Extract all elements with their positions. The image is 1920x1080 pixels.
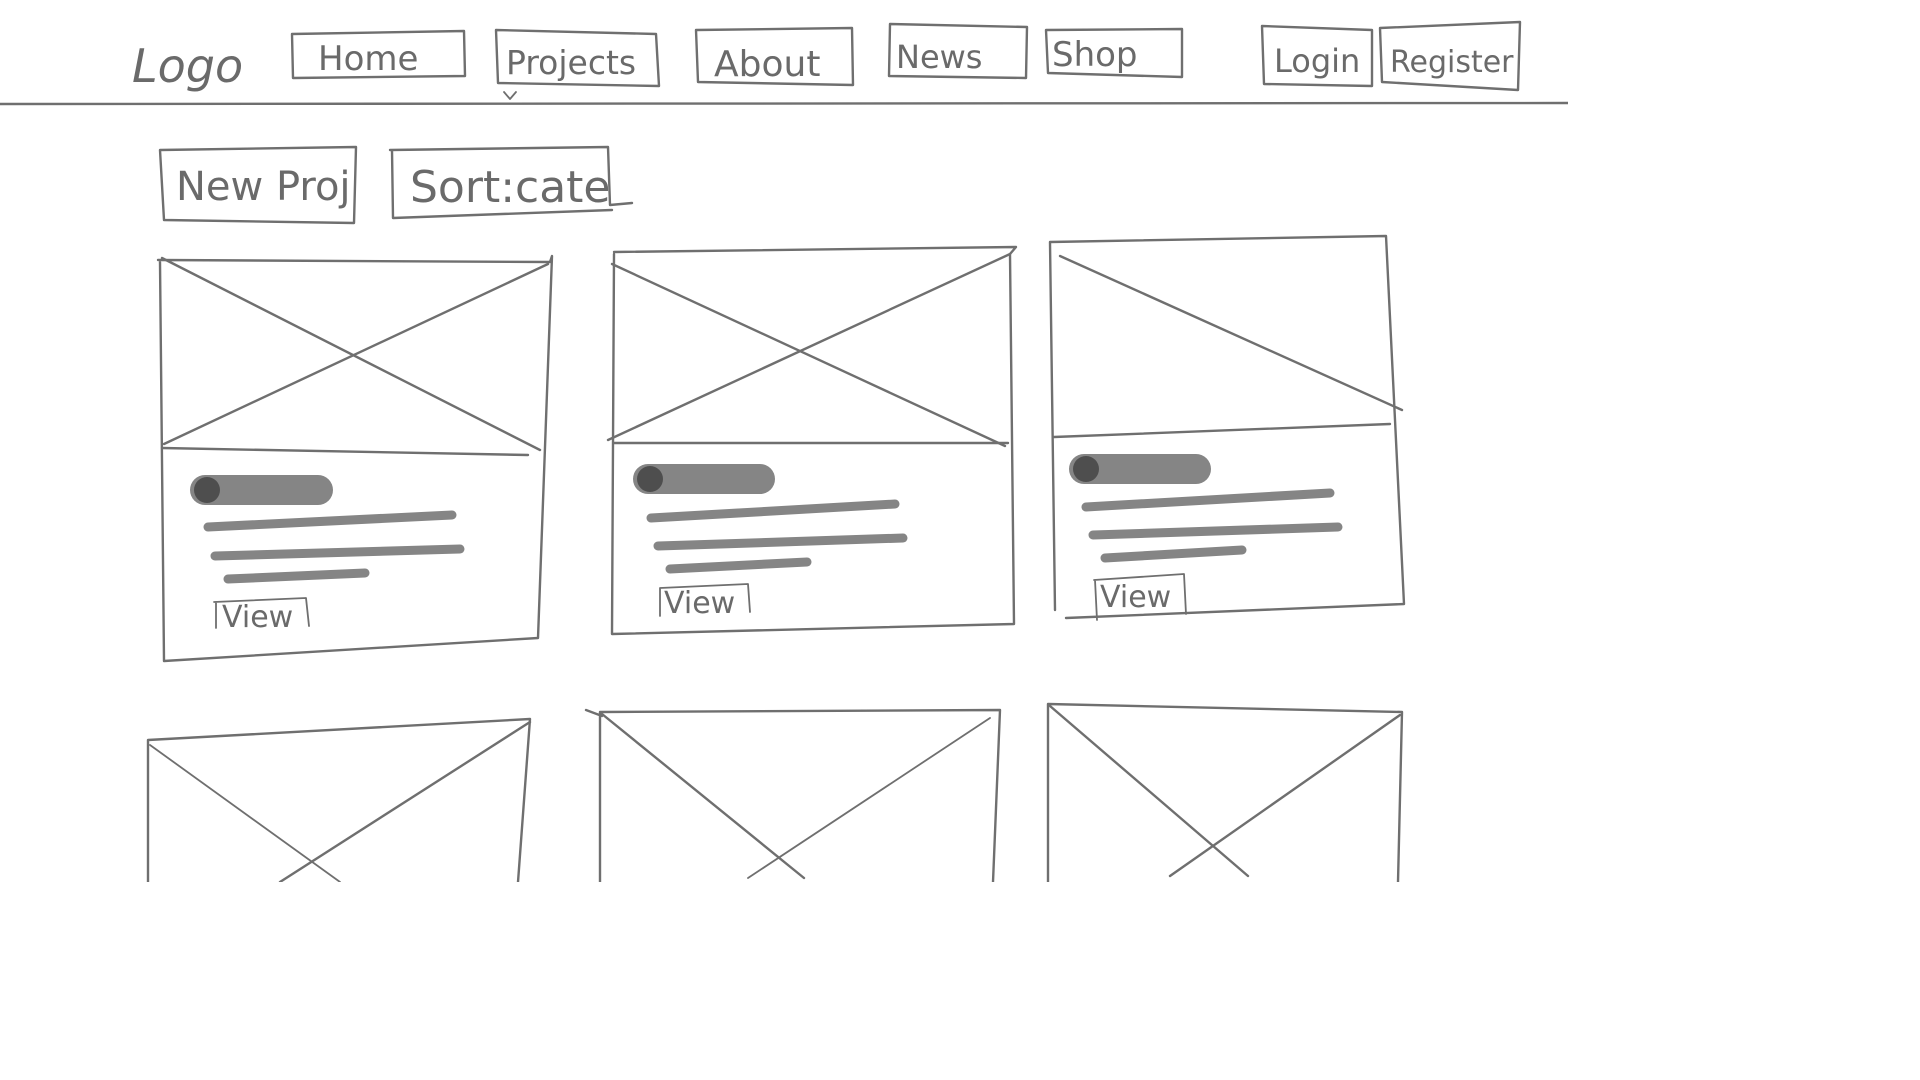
image-placeholder [1052, 254, 1404, 439]
nav-home-label: Home [318, 39, 418, 79]
new-project-button[interactable]: New Proj [158, 145, 358, 225]
nav-about-label: About [714, 44, 820, 85]
view-link[interactable]: View [213, 597, 310, 635]
toolbar: New Proj Sort:cate [158, 145, 634, 225]
text-line [1081, 488, 1335, 512]
view-label: View [664, 586, 735, 621]
nav-projects-label: Projects [506, 43, 636, 82]
register-button[interactable]: Register [1378, 20, 1522, 92]
sort-dropdown[interactable]: Sort:cate [388, 145, 634, 220]
project-card: View [156, 254, 554, 663]
text-line [1100, 545, 1247, 563]
top-nav: Logo Home Projects About News Shop Login [0, 20, 1568, 106]
image-placeholder-line [600, 712, 806, 880]
logo[interactable]: Logo [132, 39, 243, 93]
nav-home[interactable]: Home [290, 29, 467, 80]
header-divider [0, 101, 1568, 106]
view-label: View [1100, 580, 1171, 615]
image-placeholder-line [278, 720, 532, 882]
project-card: View [1048, 234, 1406, 621]
login-label: Login [1274, 42, 1360, 80]
text-line [665, 557, 812, 574]
nav-shop-label: Shop [1052, 35, 1138, 75]
register-label: Register [1390, 45, 1514, 80]
nav-projects[interactable]: Projects [494, 28, 661, 100]
sort-label: Sort:cate [410, 162, 611, 213]
card-border [584, 708, 1002, 882]
text-line [223, 568, 370, 584]
nav-news-label: News [896, 38, 982, 76]
project-card-partial [1046, 702, 1404, 882]
view-link[interactable]: View [659, 583, 751, 621]
text-line [1088, 522, 1343, 540]
card-content-placeholder [633, 464, 908, 574]
card-border [610, 245, 1018, 636]
text-line [210, 544, 465, 561]
avatar [194, 477, 220, 503]
image-placeholder [606, 252, 1012, 448]
avatar [637, 466, 663, 492]
text-line [646, 499, 900, 523]
card-content-placeholder [190, 475, 465, 584]
card-border [146, 717, 532, 882]
project-card-partial [146, 717, 532, 882]
view-label: View [222, 600, 293, 635]
image-placeholder-line [747, 717, 991, 879]
avatar [1073, 456, 1099, 482]
nav-news[interactable]: News [887, 22, 1029, 80]
card-border [156, 254, 554, 663]
project-card-partial [584, 708, 1002, 882]
card-content-placeholder [1069, 454, 1343, 563]
image-placeholder-line [1168, 713, 1402, 878]
text-line [653, 533, 908, 551]
text-line [203, 510, 457, 532]
image-placeholder-line [1048, 704, 1250, 878]
wireframe-sketch: Logo Home Projects About News Shop Login [0, 0, 1568, 882]
nav-shop[interactable]: Shop [1044, 27, 1184, 79]
image-placeholder [160, 256, 550, 457]
new-project-label: New Proj [176, 164, 351, 210]
wireframe-canvas: Logo Home Projects About News Shop Login [0, 20, 1568, 882]
nav-about[interactable]: About [694, 26, 855, 87]
project-card: View [606, 245, 1018, 636]
login-button[interactable]: Login [1260, 24, 1374, 88]
